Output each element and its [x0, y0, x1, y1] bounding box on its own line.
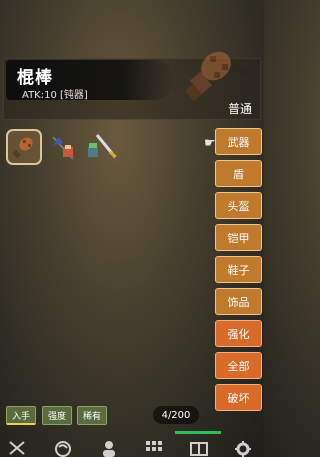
category-button-helmet[interactable]: 头盔: [215, 192, 262, 219]
inventory-count: 4/200: [153, 406, 199, 424]
swords-icon[interactable]: [6, 440, 28, 457]
category-button-destroy[interactable]: 破坏: [215, 384, 262, 411]
rarity-label: 普通: [228, 102, 253, 116]
category-button-accessory[interactable]: 饰品: [215, 288, 262, 315]
person-icon[interactable]: [98, 440, 120, 457]
club-preview-icon: [184, 51, 231, 102]
inventory-slot-club[interactable]: [6, 129, 42, 165]
axe-hero-icon: [52, 136, 74, 160]
progress-bar: [175, 431, 221, 434]
gear-icon[interactable]: [232, 440, 254, 457]
inventory-slot-sword-hero[interactable]: [84, 130, 120, 166]
category-button-armor[interactable]: 铠甲: [215, 224, 262, 251]
book-icon[interactable]: [188, 440, 210, 457]
category-button-weapon[interactable]: 武器: [215, 128, 262, 155]
category-button-shield[interactable]: 盾: [215, 160, 262, 187]
item-name: 棍棒: [17, 68, 53, 88]
item-stat: ATK:10 [钝器]: [22, 90, 88, 101]
category-button-all[interactable]: 全部: [215, 352, 262, 379]
star-icon[interactable]: ★: [236, 64, 251, 84]
filter-obtained-button[interactable]: 入手: [6, 406, 36, 425]
hand-pointer-icon: ☛: [204, 136, 216, 151]
inventory-slot-axe-hero[interactable]: [46, 130, 82, 166]
category-button-enhance[interactable]: 强化: [215, 320, 262, 347]
globe-icon[interactable]: [52, 440, 74, 457]
club-icon: [12, 137, 33, 159]
sword-hero-icon: [88, 134, 117, 159]
filter-strength-button[interactable]: 强度: [42, 406, 72, 425]
grid-icon[interactable]: [143, 440, 165, 457]
filter-rarity-button[interactable]: 稀有: [77, 406, 107, 425]
category-button-shoes[interactable]: 鞋子: [215, 256, 262, 283]
